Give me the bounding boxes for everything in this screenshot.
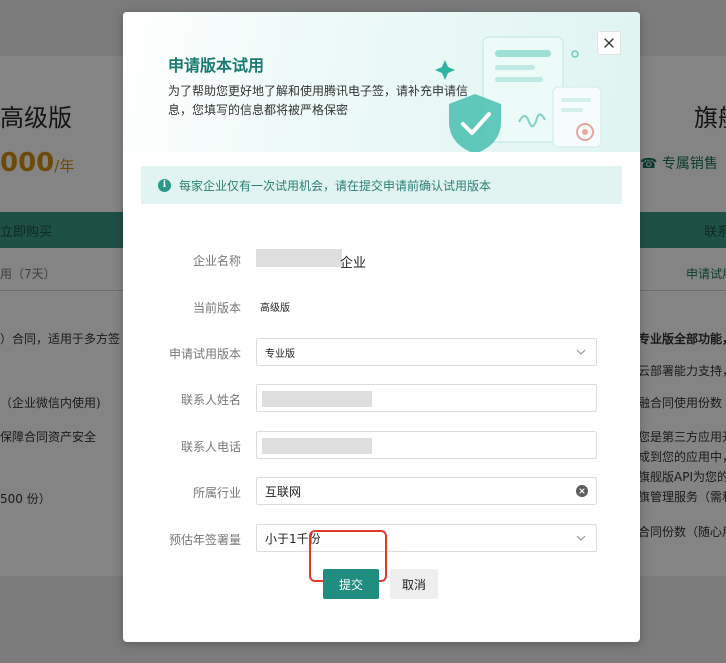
right-contact-button[interactable]: 联系 xyxy=(636,212,726,248)
contact-phone-input[interactable] xyxy=(256,431,597,459)
left-trial-link[interactable]: 用（7天） xyxy=(0,265,56,282)
trial-version-select[interactable]: 专业版 xyxy=(256,338,597,366)
left-divider xyxy=(0,290,128,291)
right-plan-sales: ☎ 专属销售 xyxy=(640,156,718,172)
company-name-label: 企业名称 xyxy=(192,254,241,268)
left-feature: ）合同，适用于多方签 xyxy=(0,332,121,346)
right-feature: 融合同使用份数 xyxy=(638,396,723,410)
current-version-value: 高级版 xyxy=(260,303,290,314)
trial-version-label: 申请试用版本 xyxy=(168,347,241,361)
annual-volume-select[interactable]: 小于1千份 xyxy=(256,524,597,552)
right-feature: 旗舰版API为您的 xyxy=(638,470,726,484)
left-plan-title: 高级版 xyxy=(0,104,72,132)
contact-phone-label: 联系人电话 xyxy=(180,440,241,454)
left-feature: 500 份） xyxy=(0,492,51,506)
industry-select[interactable]: 互联网 xyxy=(256,477,597,505)
clear-icon[interactable] xyxy=(576,485,588,497)
modal-title: 申请版本试用 xyxy=(168,56,265,75)
contact-phone-redacted xyxy=(262,438,372,454)
left-buy-button[interactable]: 立即购买 xyxy=(0,212,128,248)
left-feature: （企业微信内使用) xyxy=(0,396,101,410)
right-divider xyxy=(636,290,726,291)
notice-banner: i 每家企业仅有一次试用机会，请在提交申请前确认试用版本 xyxy=(141,166,622,204)
right-feature: 旗管理服务（需和 xyxy=(638,490,726,504)
contact-name-redacted xyxy=(262,391,372,407)
industry-label: 所属行业 xyxy=(192,486,241,500)
right-feature: 云部署能力支持， xyxy=(638,364,726,378)
left-plan-price: 000/年 xyxy=(0,148,75,178)
annual-volume-label: 预估年签署量 xyxy=(168,533,241,547)
modal-header: 申请版本试用 为了帮助您更好地了解和使用腾讯电子签，请补充申请信息，您填写的信息… xyxy=(123,12,640,152)
right-feature: 合同份数（随心用 xyxy=(638,525,726,539)
contact-name-label: 联系人姓名 xyxy=(180,393,241,407)
current-version-label: 当前版本 xyxy=(192,301,241,315)
right-feature: 专业版全部功能， xyxy=(638,332,726,346)
left-feature: 保障合同资产安全 xyxy=(0,430,97,444)
close-button[interactable] xyxy=(597,31,621,55)
submit-button[interactable]: 提交 xyxy=(323,569,379,599)
company-name-value: 企业 xyxy=(340,256,367,271)
cancel-button[interactable]: 取消 xyxy=(390,569,438,599)
industry-value: 互联网 xyxy=(265,484,302,499)
phone-icon: ☎ xyxy=(640,156,658,172)
modal-description: 为了帮助您更好地了解和使用腾讯电子签，请补充申请信息，您填写的信息都将被严格保密 xyxy=(168,84,469,117)
right-feature: 您是第三方应用开 xyxy=(638,430,726,444)
right-trial-link[interactable]: 申请试用 xyxy=(686,265,726,282)
chevron-down-icon xyxy=(576,535,586,541)
company-name-redacted xyxy=(256,249,342,267)
contact-name-input[interactable] xyxy=(256,384,597,412)
right-plan-title: 旗舰 xyxy=(694,104,726,132)
chevron-down-icon xyxy=(576,349,586,355)
close-icon xyxy=(604,38,614,48)
trial-version-value: 专业版 xyxy=(265,348,295,360)
notice-text: 每家企业仅有一次试用机会，请在提交申请前确认试用版本 xyxy=(179,178,492,193)
right-feature: 成到您的应用中， xyxy=(638,450,726,464)
info-icon: i xyxy=(158,178,171,192)
